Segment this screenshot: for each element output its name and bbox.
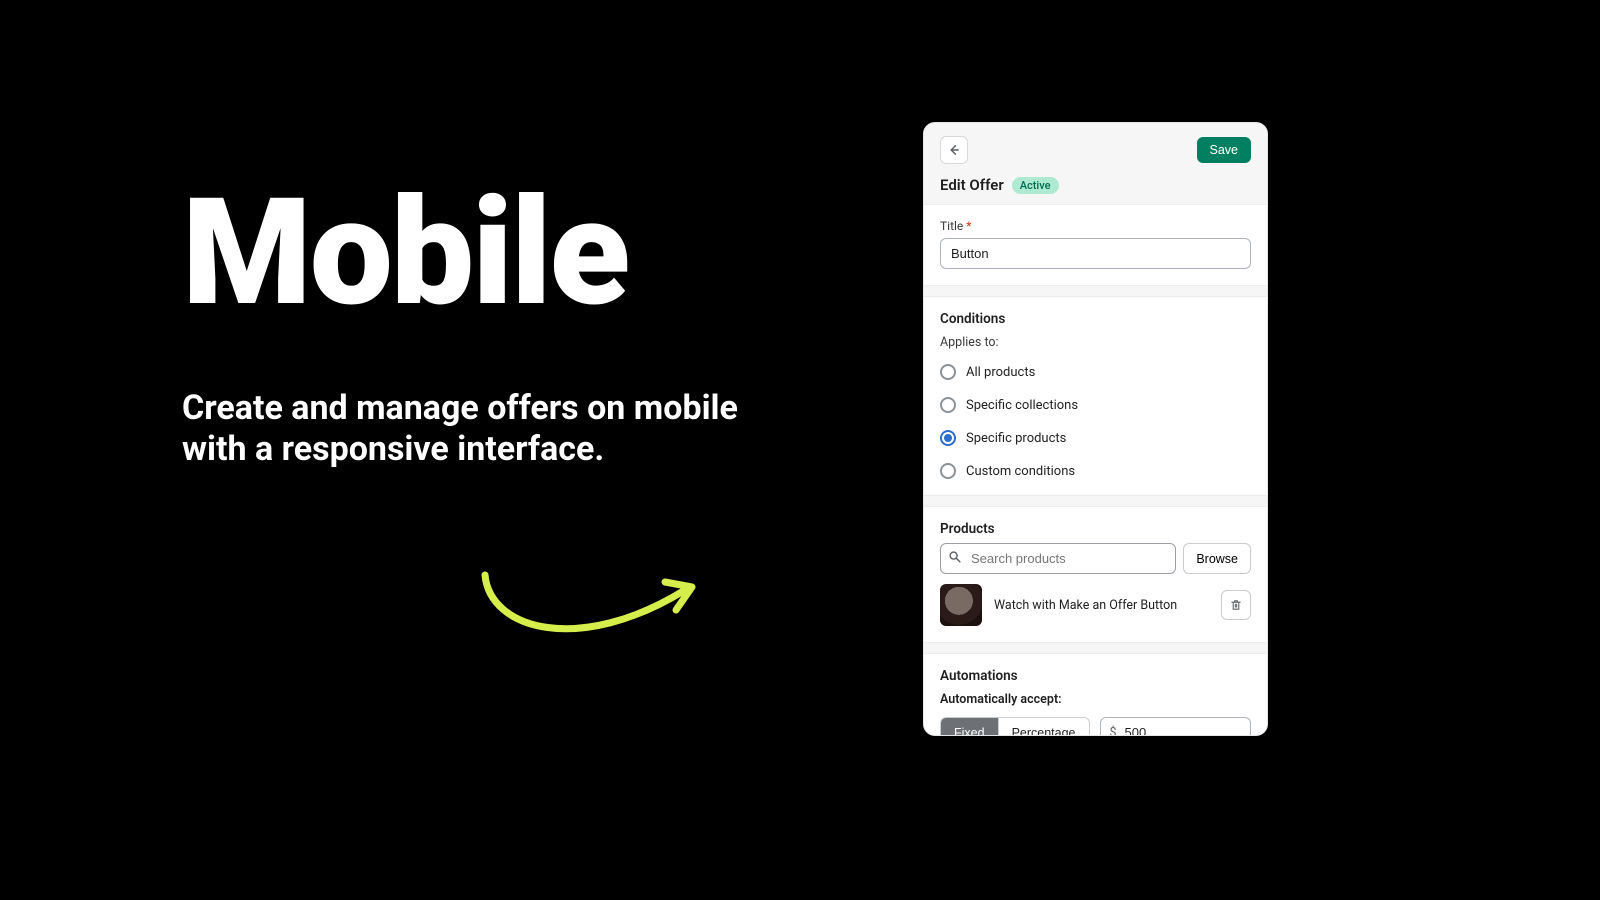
title-card: Title * — [924, 205, 1267, 286]
amount-input[interactable] — [1100, 717, 1251, 736]
radio-icon — [940, 463, 956, 479]
radio-icon — [940, 430, 956, 446]
trash-icon — [1229, 598, 1243, 612]
title-input[interactable] — [940, 238, 1251, 269]
status-badge: Active — [1012, 177, 1059, 194]
arrow-illustration — [470, 560, 710, 660]
mobile-preview: Save Edit Offer Active Title * Condition… — [923, 122, 1268, 736]
applies-to-label: Applies to: — [940, 335, 1251, 350]
remove-product-button[interactable] — [1221, 590, 1251, 620]
applies-radio-group: All products Specific collections Specific… — [940, 364, 1251, 479]
page-header: Save Edit Offer Active — [924, 123, 1267, 205]
auto-accept-label: Automatically accept: — [940, 692, 1251, 707]
product-search-input[interactable] — [940, 543, 1176, 574]
radio-option[interactable]: Custom conditions — [940, 463, 1251, 479]
back-button[interactable] — [940, 136, 968, 164]
radio-label: Specific products — [966, 431, 1066, 446]
title-label: Title * — [940, 219, 1251, 233]
conditions-card: Conditions Applies to: All products Speci… — [924, 296, 1267, 496]
products-heading: Products — [940, 521, 1251, 537]
title-label-text: Title — [940, 219, 963, 233]
radio-label: Specific collections — [966, 398, 1078, 413]
save-button[interactable]: Save — [1197, 137, 1252, 163]
seg-fixed[interactable]: Fixed — [941, 718, 998, 736]
products-card: Products Browse Watch with Make an Offer… — [924, 506, 1267, 643]
currency-prefix: $ — [1110, 726, 1117, 737]
automations-card: Automations Automatically accept: Fixed … — [924, 653, 1267, 736]
required-asterisk: * — [966, 219, 971, 233]
product-list-item: Watch with Make an Offer Button — [940, 584, 1251, 626]
product-search-wrap — [940, 543, 1176, 574]
radio-option[interactable]: Specific collections — [940, 397, 1251, 413]
amount-type-segmented: Fixed Percentage — [940, 717, 1090, 736]
browse-button[interactable]: Browse — [1183, 543, 1251, 574]
product-thumbnail — [940, 584, 982, 626]
radio-label: All products — [966, 365, 1035, 380]
marketing-copy: Mobile Create and manage offers on mobil… — [182, 180, 802, 471]
product-name: Watch with Make an Offer Button — [994, 598, 1209, 613]
radio-icon — [940, 364, 956, 380]
amount-field-wrap: $ — [1100, 717, 1251, 736]
seg-percentage[interactable]: Percentage — [998, 718, 1089, 736]
arrow-left-icon — [947, 143, 961, 157]
radio-icon — [940, 397, 956, 413]
marketing-subhead: Create and manage offers on mobile with … — [182, 388, 802, 471]
automations-heading: Automations — [940, 668, 1251, 684]
radio-label: Custom conditions — [966, 464, 1075, 479]
search-icon — [948, 550, 962, 568]
radio-option[interactable]: Specific products — [940, 430, 1251, 446]
radio-option[interactable]: All products — [940, 364, 1251, 380]
marketing-headline: Mobile — [182, 180, 802, 328]
page-title: Edit Offer — [940, 176, 1004, 194]
conditions-heading: Conditions — [940, 311, 1251, 327]
